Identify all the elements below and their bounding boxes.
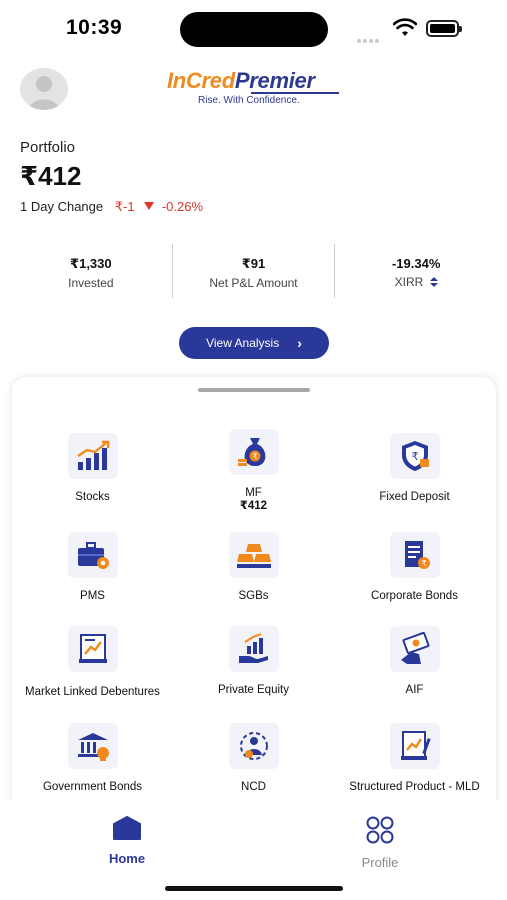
product-mf[interactable]: ₹ MF ₹412 [173,429,334,513]
product-label: MF [245,487,262,499]
product-ncd[interactable]: NCD [173,723,334,794]
stat-net-pnl: ₹91 Net P&L Amount [173,244,335,298]
product-label: Government Bonds [42,781,143,793]
product-fixed-deposit[interactable]: ₹ Fixed Deposit [334,433,495,504]
svg-text:₹: ₹ [421,559,426,568]
structured-document-icon [389,723,440,769]
wifi-icon [393,18,417,36]
sort-icon[interactable] [429,277,438,287]
day-change-label: 1 Day Change [20,199,104,214]
product-private-equity[interactable]: Private Equity [173,626,334,697]
product-label: Private Equity [218,684,289,696]
signal-icon [357,30,385,43]
portfolio-label: Portfolio [20,139,76,156]
battery-icon [426,20,462,37]
product-value: ₹412 [239,500,268,512]
bond-document-icon: ₹ [389,532,440,578]
product-pms[interactable]: PMS [12,532,173,603]
product-sgbs[interactable]: SGBs [173,532,334,603]
nav-home[interactable]: Home [82,816,172,866]
portfolio-stats: ₹1,330 Invested ₹91 Net P&L Amount -19.3… [10,244,497,298]
product-government-bonds[interactable]: Government Bonds [12,723,173,794]
hand-cash-icon [389,626,440,672]
status-bar: 10:39 [0,0,507,60]
product-market-linked-debentures[interactable]: Market Linked Debentures [12,626,173,699]
dynamic-island [180,12,328,47]
person-rupee-icon [228,723,279,769]
product-stocks[interactable]: Stocks [12,433,173,504]
home-indicator [165,886,343,891]
svg-text:₹: ₹ [411,450,418,463]
stat-value: -19.34% [391,256,441,271]
app-logo: InCredPremier Rise. With Confidence. [167,68,347,112]
stat-invested: ₹1,330 Invested [10,244,172,298]
logo-tagline: Rise. With Confidence. [198,95,300,106]
view-analysis-button[interactable]: View Analysis › [179,327,329,359]
shield-rupee-icon: ₹ [389,433,440,479]
avatar[interactable] [20,68,68,110]
chevron-right-icon: › [297,335,302,351]
status-time: 10:39 [66,16,123,39]
hand-growth-icon [228,626,279,672]
stat-value: ₹1,330 [70,256,112,271]
svg-text:₹: ₹ [252,452,257,461]
product-aif[interactable]: AIF [334,626,495,697]
stocks-chart-icon [67,433,118,479]
nav-profile[interactable]: Profile [335,816,425,870]
stat-value: ₹91 [241,256,266,271]
product-label: Stocks [75,491,110,503]
logo-incred: InCred [167,68,235,93]
product-label: Structured Product - MLD [349,781,480,793]
day-change-amount: ₹-1 [114,199,135,214]
certificate-chart-icon [67,626,118,672]
product-corporate-bonds[interactable]: ₹ Corporate Bonds [334,532,495,603]
day-change: 1 Day Change ₹-1 -0.26% [20,199,203,215]
stat-label: Net P&L Amount [209,276,298,290]
logo-underline [251,92,339,94]
product-label: Corporate Bonds [371,590,458,602]
product-label: Market Linked Debentures [25,686,160,698]
gold-bars-icon [228,532,279,578]
stat-label-row: XIRR [335,275,497,289]
home-icon [113,816,141,840]
portfolio-value: ₹412 [20,161,82,191]
down-arrow-icon [144,202,155,210]
product-label: PMS [80,590,105,602]
bottom-nav: Home Profile [0,800,507,900]
drag-handle[interactable] [198,388,310,392]
product-label: AIF [405,684,424,696]
stat-xirr[interactable]: -19.34% XIRR [335,244,497,298]
user-icon [29,76,59,110]
grid-icon [366,816,394,844]
nav-home-label: Home [108,851,146,866]
products-card: Stocks ₹ MF ₹412 ₹ Fixed Deposit PMS SGB… [12,377,496,817]
product-label: NCD [241,781,266,793]
government-building-icon [67,723,118,769]
money-bag-icon: ₹ [228,429,279,475]
day-change-percent: -0.26% [161,199,204,214]
stat-label: Invested [68,276,114,290]
product-label: SGBs [238,590,269,602]
nav-profile-label: Profile [361,855,399,870]
briefcase-gear-icon [67,532,118,578]
logo-premier: Premier [234,68,315,93]
stat-label: XIRR [394,275,424,289]
view-analysis-label: View Analysis [206,336,280,350]
product-structured-product-mld[interactable]: Structured Product - MLD [334,723,495,794]
product-label: Fixed Deposit [379,491,450,503]
